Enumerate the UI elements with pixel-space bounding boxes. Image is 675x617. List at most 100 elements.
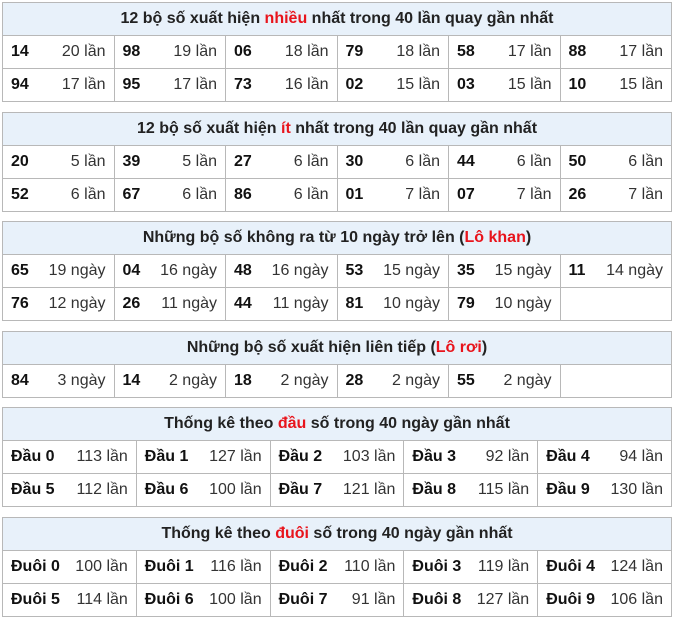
cell-number: 35 bbox=[457, 262, 475, 279]
table-row: Đuôi 0 100 lần Đuôi 1 116 lần Đuôi 2 110 lần Đ… bbox=[3, 551, 671, 584]
table-cell: Đầu 3 92 lần bbox=[404, 441, 539, 473]
cell-number: 27 bbox=[234, 153, 252, 170]
table-cell bbox=[561, 365, 672, 397]
cell-number: 07 bbox=[457, 186, 475, 203]
cell-number: 06 bbox=[234, 43, 252, 60]
cell-count: 2 ngày bbox=[391, 372, 440, 389]
cell-number: 84 bbox=[11, 372, 29, 389]
cell-number: Đầu 0 bbox=[11, 448, 55, 465]
cell-count: 2 ngày bbox=[280, 372, 329, 389]
cell-count: 3 ngày bbox=[57, 372, 106, 389]
cell-count: 103 lần bbox=[342, 448, 396, 465]
least-frequent-table: 12 bộ số xuất hiện ít nhất trong 40 lần … bbox=[2, 112, 672, 212]
table-cell: 01 7 lần bbox=[338, 179, 449, 211]
cell-count: 2 ngày bbox=[503, 372, 552, 389]
table-cell: Đuôi 4 124 lần bbox=[538, 551, 671, 583]
table-cell: 39 5 lần bbox=[115, 146, 226, 178]
table-cell: 07 7 lần bbox=[449, 179, 561, 211]
table-cell: 81 10 ngày bbox=[338, 288, 449, 320]
table-cell: 53 15 ngày bbox=[338, 255, 449, 287]
cell-number: 76 bbox=[11, 295, 29, 312]
cell-number: 53 bbox=[345, 262, 364, 279]
cell-count: 5 lần bbox=[70, 153, 106, 170]
cell-count: 112 lần bbox=[76, 481, 128, 498]
cell-number: Đầu 7 bbox=[278, 481, 323, 498]
table-cell: Đầu 1 127 lần bbox=[137, 441, 271, 473]
cell-count: 18 lần bbox=[396, 43, 440, 60]
cell-number: 50 bbox=[568, 153, 587, 170]
cell-number: 79 bbox=[457, 295, 475, 312]
table-cell: 44 11 ngày bbox=[226, 288, 338, 320]
cell-number: 67 bbox=[122, 186, 141, 203]
cell-number: 65 bbox=[11, 262, 29, 279]
cell-count: 17 lần bbox=[173, 76, 217, 93]
table-row: 65 19 ngày 04 16 ngày 48 16 ngày 53 15 ngày 35 15… bbox=[3, 255, 671, 288]
title-highlight: đầu bbox=[277, 415, 307, 432]
least-frequent-title: 12 bộ số xuất hiện ít nhất trong 40 lần … bbox=[3, 113, 671, 146]
cell-count: 110 lần bbox=[344, 558, 396, 575]
cell-number: 26 bbox=[568, 186, 587, 203]
cell-count: 5 lần bbox=[182, 153, 217, 170]
table-cell: Đuôi 3 119 lần bbox=[404, 551, 539, 583]
table-cell: 18 2 ngày bbox=[226, 365, 338, 397]
table-cell: 48 16 ngày bbox=[226, 255, 338, 287]
cell-number: 30 bbox=[345, 153, 364, 170]
cell-count: 12 ngày bbox=[48, 295, 106, 312]
table-cell: 28 2 ngày bbox=[338, 365, 449, 397]
cell-count: 6 lần bbox=[628, 153, 663, 170]
table-cell: Đuôi 9 106 lần bbox=[538, 584, 671, 616]
table-row: Đầu 0 113 lần Đầu 1 127 lần Đầu 2 103 lần Đầu … bbox=[3, 441, 671, 474]
cell-number: 26 bbox=[122, 295, 141, 312]
table-cell: Đuôi 5 114 lần bbox=[3, 584, 137, 616]
table-cell: 88 17 lần bbox=[561, 36, 672, 68]
duoi-stats-table: Thống kê theo đuôi số trong 40 ngày gần … bbox=[2, 517, 672, 617]
table-cell: Đầu 0 113 lần bbox=[3, 441, 137, 473]
title-highlight: Lô khan bbox=[464, 229, 526, 246]
cell-number: Đuôi 8 bbox=[412, 591, 462, 608]
cell-number: 11 bbox=[568, 262, 586, 279]
cell-number: 14 bbox=[11, 43, 29, 60]
title-highlight: ít bbox=[281, 120, 291, 137]
table-cell: 30 6 lần bbox=[338, 146, 449, 178]
lo-roi-title: Những bộ số xuất hiện liên tiếp (Lô rơi) bbox=[3, 332, 671, 365]
cell-count: 16 lần bbox=[284, 76, 329, 93]
cell-count: 7 lần bbox=[628, 186, 663, 203]
table-row: 20 5 lần 39 5 lần 27 6 lần 30 6 lần 44 6 lần 50 6 l… bbox=[3, 146, 671, 179]
cell-count: 15 lần bbox=[619, 76, 663, 93]
cell-number: Đầu 1 bbox=[144, 448, 189, 465]
table-row: 84 3 ngày 14 2 ngày 18 2 ngày 28 2 ngày 55 2 ngày bbox=[3, 365, 671, 397]
cell-count: 14 ngày bbox=[606, 262, 663, 279]
cell-count: 17 lần bbox=[619, 43, 663, 60]
cell-count: 6 lần bbox=[516, 153, 552, 170]
cell-count: 19 lần bbox=[173, 43, 217, 60]
table-cell: 84 3 ngày bbox=[3, 365, 115, 397]
cell-count: 2 ngày bbox=[168, 372, 217, 389]
table-cell: Đầu 4 94 lần bbox=[538, 441, 671, 473]
cell-number: 14 bbox=[122, 372, 141, 389]
cell-count: 130 lần bbox=[610, 481, 663, 498]
table-row: Đầu 5 112 lần Đầu 6 100 lần Đầu 7 121 lần Đầu … bbox=[3, 474, 671, 506]
lo-khan-table: Những bộ số không ra từ 10 ngày trở lên … bbox=[2, 221, 672, 321]
table-cell: 95 17 lần bbox=[115, 69, 226, 101]
table-cell: 58 17 lần bbox=[449, 36, 561, 68]
table-cell: 14 2 ngày bbox=[115, 365, 226, 397]
cell-number: Đầu 8 bbox=[412, 481, 456, 498]
cell-count: 10 ngày bbox=[494, 295, 552, 312]
cell-count: 100 lần bbox=[209, 481, 262, 498]
cell-count: 15 lần bbox=[396, 76, 440, 93]
cell-number: 98 bbox=[122, 43, 141, 60]
cell-count: 15 ngày bbox=[494, 262, 552, 279]
cell-count: 18 lần bbox=[284, 43, 329, 60]
table-cell: 86 6 lần bbox=[226, 179, 338, 211]
cell-count: 127 lần bbox=[209, 448, 262, 465]
cell-number: Đuôi 6 bbox=[144, 591, 194, 608]
most-frequent-table: 12 bộ số xuất hiện nhiều nhất trong 40 l… bbox=[2, 2, 672, 102]
table-cell: Đầu 8 115 lần bbox=[404, 474, 539, 506]
title-highlight: Lô rơi bbox=[435, 339, 482, 356]
table-cell: Đuôi 2 110 lần bbox=[271, 551, 405, 583]
cell-count: 6 lần bbox=[293, 186, 329, 203]
table-cell: 76 12 ngày bbox=[3, 288, 115, 320]
cell-number: 28 bbox=[345, 372, 364, 389]
cell-number: Đuôi 1 bbox=[144, 558, 194, 575]
table-cell: 11 14 ngày bbox=[561, 255, 672, 287]
